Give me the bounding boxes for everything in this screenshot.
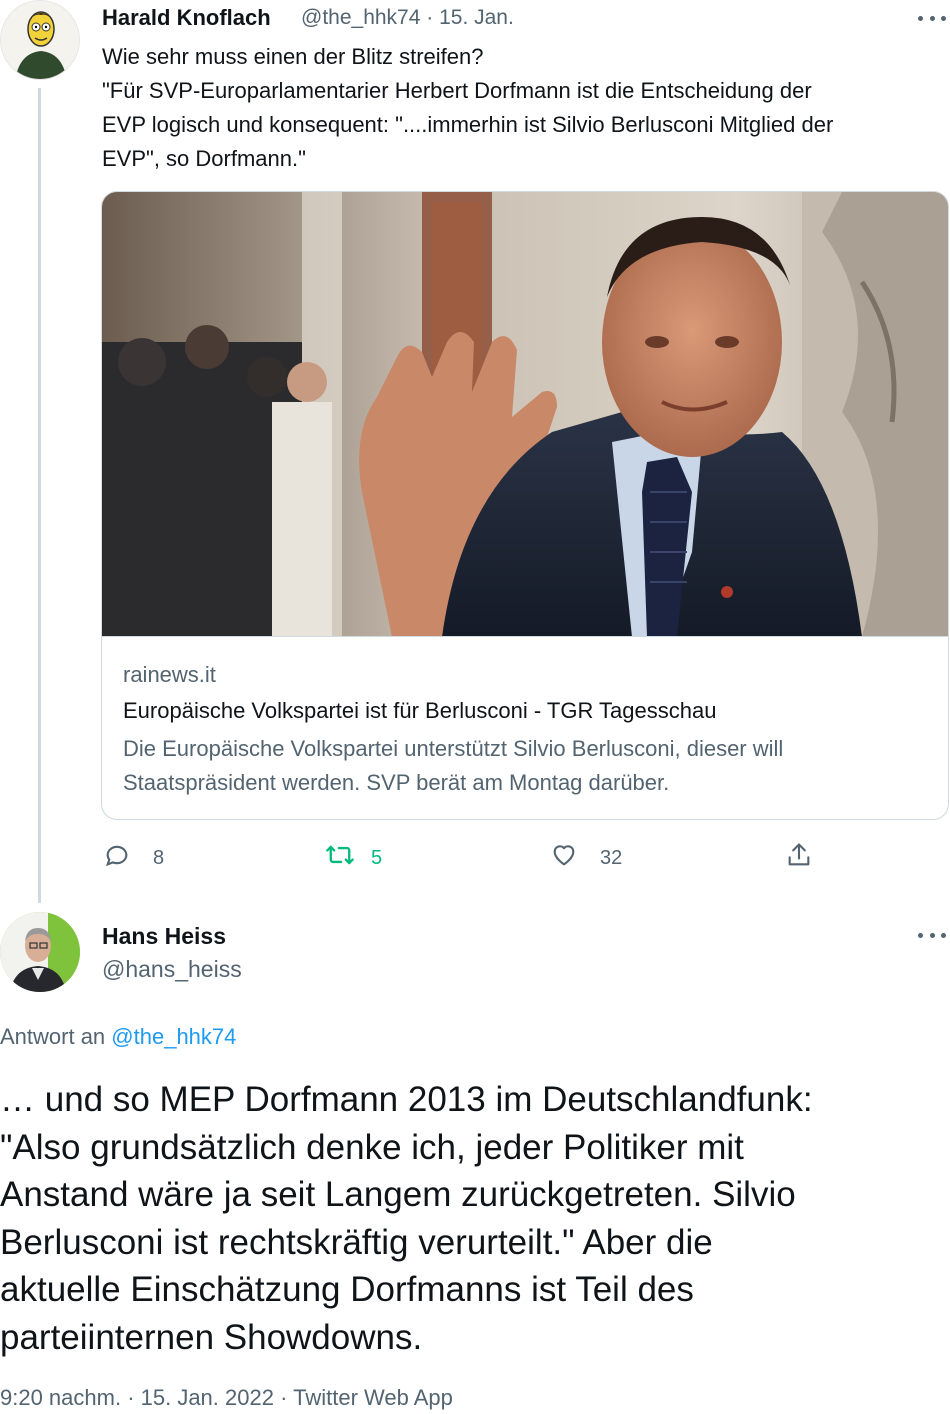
like-count: 32 [600, 846, 623, 869]
share-icon [785, 841, 813, 875]
tweet-date[interactable]: 15. Jan. [439, 6, 514, 29]
reply-context: Antwort an @the_hhk74 [0, 1024, 236, 1050]
tweet-text-line: Wie sehr muss einen der Blitz streifen? [102, 44, 484, 69]
tweet-text-line: "Also grundsätzlich denke ich, jeder Pol… [0, 1127, 744, 1167]
separator-dot: · [426, 6, 440, 29]
heart-icon [550, 841, 578, 875]
tweet-timestamp[interactable]: 9:20 nachm. · 15. Jan. 2022 · Twitter We… [0, 1385, 453, 1411]
card-description: Die Europäische Volkspartei unterstützt … [123, 732, 923, 800]
author-name[interactable]: Hans Heiss [102, 923, 226, 950]
reply-prefix: Antwort an [0, 1024, 106, 1049]
more-icon[interactable] [918, 14, 946, 22]
avatar[interactable] [0, 0, 80, 80]
link-card[interactable]: rainews.it Europäische Volkspartei ist f… [101, 191, 949, 820]
tweet-text-line: aktuelle Einschätzung Dorfmanns ist Teil… [0, 1270, 694, 1309]
card-title[interactable]: Europäische Volkspartei ist für Berlusco… [123, 698, 716, 724]
tweet-text-line: Berlusconi ist rechtskräftig verurteilt.… [0, 1222, 713, 1262]
more-icon[interactable] [918, 931, 946, 939]
tweet-text-line: … und so MEP Dorfmann 2013 im Deutschlan… [0, 1080, 813, 1119]
tweet-text: Wie sehr muss einen der Blitz streifen? … [102, 40, 947, 176]
tweet-text-line: "Für SVP-Europarlamentarier Herbert Dorf… [102, 78, 812, 103]
author-handle[interactable]: @the_hhk74 [301, 6, 420, 29]
author-handle-and-date[interactable]: @the_hhk74 · 15. Jan. [301, 6, 514, 30]
card-photo[interactable] [102, 192, 948, 637]
tweet-text: … und so MEP Dorfmann 2013 im Deutschlan… [0, 1076, 950, 1361]
share-button[interactable] [785, 843, 813, 873]
card-description-line: Staatspräsident werden. SVP berät am Mon… [123, 770, 670, 795]
tweet-text-line: parteiinternen Showdowns. [0, 1317, 423, 1357]
like-button[interactable]: 32 [550, 843, 622, 873]
card-domain[interactable]: rainews.it [123, 662, 216, 688]
tweet-text-line: EVP", so Dorfmann." [102, 146, 306, 171]
reply-to-handle-link[interactable]: @the_hhk74 [111, 1024, 236, 1049]
card-description-line: Die Europäische Volkspartei unterstützt … [123, 736, 784, 761]
reply-button[interactable]: 8 [103, 843, 164, 873]
retweet-count: 5 [371, 846, 383, 869]
avatar[interactable] [0, 912, 80, 992]
retweet-icon [325, 841, 355, 875]
reply-icon [103, 841, 131, 875]
tweet-text-line: EVP logisch und konsequent: "....immerhi… [102, 112, 834, 137]
retweet-button[interactable]: 5 [325, 843, 382, 873]
thread-line [38, 88, 41, 903]
author-name[interactable]: Harald Knoflach [102, 5, 271, 31]
author-handle[interactable]: @hans_heiss [102, 956, 242, 983]
reply-count: 8 [153, 846, 165, 869]
tweet-text-line: Anstand wäre ja seit Langem zurückgetret… [0, 1175, 796, 1214]
